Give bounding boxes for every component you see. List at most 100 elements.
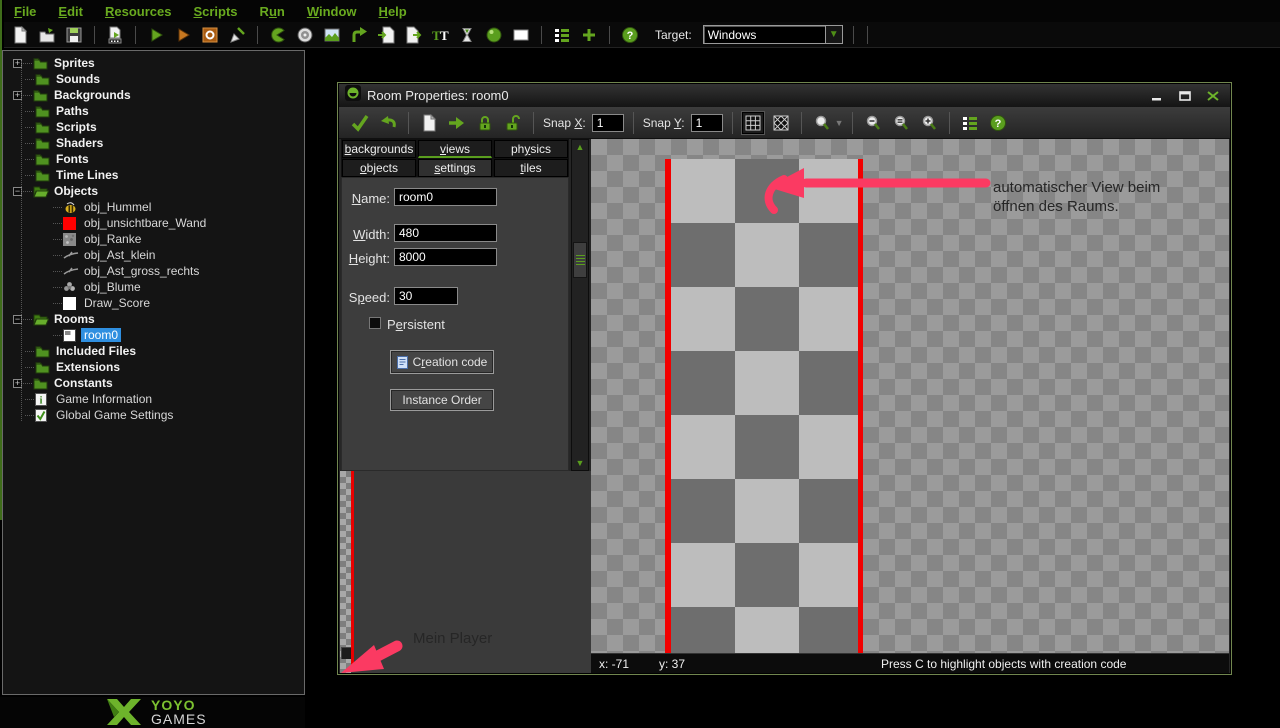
scroll-down-icon[interactable]: ▼ bbox=[572, 456, 588, 470]
tree-item-backgrounds[interactable]: +Backgrounds bbox=[3, 87, 304, 103]
maximize-button[interactable] bbox=[1174, 89, 1196, 103]
tree-item-shaders[interactable]: Shaders bbox=[3, 135, 304, 151]
show-list-icon[interactable] bbox=[959, 112, 981, 134]
tree-item-time-lines[interactable]: Time Lines bbox=[3, 167, 304, 183]
scrollbar-thumb[interactable] bbox=[573, 242, 587, 278]
debug-stop-icon[interactable] bbox=[200, 25, 220, 45]
scroll-up-icon[interactable]: ▲ bbox=[572, 140, 588, 154]
clean-cache-icon[interactable] bbox=[227, 25, 247, 45]
close-button[interactable] bbox=[1202, 89, 1224, 103]
tree-item-obj-ast-gross-rechts[interactable]: obj_Ast_gross_rechts bbox=[3, 263, 304, 279]
ok-check-icon[interactable] bbox=[349, 112, 371, 134]
tree-item-draw-score[interactable]: Draw_Score bbox=[3, 295, 304, 311]
create-room-icon[interactable] bbox=[511, 25, 531, 45]
new-project-icon[interactable] bbox=[10, 25, 30, 45]
target-dropdown[interactable]: Windows ▼ bbox=[703, 25, 843, 44]
tree-item-constants[interactable]: +Constants bbox=[3, 375, 304, 391]
help-icon[interactable]: ? bbox=[987, 112, 1009, 134]
room-canvas[interactable] bbox=[591, 139, 1229, 653]
create-sprite-icon[interactable] bbox=[268, 25, 288, 45]
tree-item-obj-hummel[interactable]: obj_Hummel bbox=[3, 199, 304, 215]
tree-item-fonts[interactable]: Fonts bbox=[3, 151, 304, 167]
tab-views[interactable]: views bbox=[418, 140, 492, 158]
tab-tiles[interactable]: tiles bbox=[494, 159, 568, 177]
lock-icon[interactable] bbox=[474, 112, 496, 134]
height-input[interactable]: 8000 bbox=[394, 248, 497, 266]
persistent-checkbox[interactable] bbox=[369, 317, 381, 329]
dialog-title: Room Properties: room0 bbox=[367, 88, 1146, 103]
zoom-dropdown-caret-icon[interactable]: ▼ bbox=[835, 118, 844, 128]
run-debug-icon[interactable] bbox=[173, 25, 193, 45]
open-project-icon[interactable] bbox=[37, 25, 57, 45]
speed-input[interactable]: 30 bbox=[394, 287, 458, 305]
grid-isometric-icon[interactable] bbox=[770, 112, 792, 134]
toolbar-separator bbox=[732, 112, 733, 134]
tab-backgrounds[interactable]: backgrounds bbox=[342, 140, 416, 158]
name-input[interactable]: room0 bbox=[394, 188, 497, 206]
yoyo-games-logo-icon bbox=[103, 697, 149, 728]
tree-connector bbox=[23, 383, 32, 384]
menu-item-help[interactable]: Help bbox=[379, 4, 407, 19]
create-sound-icon[interactable] bbox=[295, 25, 315, 45]
tree-item-paths[interactable]: Paths bbox=[3, 103, 304, 119]
player-annotation: Mein Player bbox=[413, 629, 492, 648]
add-icon[interactable] bbox=[579, 25, 599, 45]
tree-item-obj-ranke[interactable]: obj_Ranke bbox=[3, 231, 304, 247]
create-path-icon[interactable] bbox=[349, 25, 369, 45]
tab-objects[interactable]: objects bbox=[342, 159, 416, 177]
snap-y-input[interactable]: 1 bbox=[691, 114, 723, 132]
dialog-title-bar[interactable]: Room Properties: room0 bbox=[339, 84, 1230, 107]
run-icon[interactable] bbox=[146, 25, 166, 45]
zoom-normal-icon[interactable] bbox=[890, 112, 912, 134]
tab-settings[interactable]: settings bbox=[418, 159, 492, 177]
tab-physics[interactable]: physics bbox=[494, 140, 568, 158]
tree-item-objects[interactable]: −Objects bbox=[3, 183, 304, 199]
minimize-button[interactable] bbox=[1146, 89, 1168, 103]
tree-item-extensions[interactable]: Extensions bbox=[3, 359, 304, 375]
snap-x-input[interactable]: 1 bbox=[592, 114, 624, 132]
tree-item-game-information[interactable]: iGame Information bbox=[3, 391, 304, 407]
tree-item-included-files[interactable]: Included Files bbox=[3, 343, 304, 359]
undo-icon[interactable] bbox=[377, 112, 399, 134]
tree-item-room0[interactable]: room0 bbox=[3, 327, 304, 343]
menu-item-edit[interactable]: Edit bbox=[58, 4, 83, 19]
code-page-icon bbox=[397, 356, 408, 369]
width-input[interactable]: 480 bbox=[394, 224, 497, 242]
tree-item-sprites[interactable]: +Sprites bbox=[3, 55, 304, 71]
create-shader-icon[interactable] bbox=[403, 25, 423, 45]
instance-list-icon[interactable] bbox=[552, 25, 572, 45]
save-project-icon[interactable] bbox=[64, 25, 84, 45]
create-script-icon[interactable] bbox=[376, 25, 396, 45]
tree-item-scripts[interactable]: Scripts bbox=[3, 119, 304, 135]
dropdown-arrow-icon[interactable]: ▼ bbox=[825, 26, 842, 43]
menu-item-window[interactable]: Window bbox=[307, 4, 357, 19]
menu-item-resources[interactable]: Resources bbox=[105, 4, 171, 19]
player-instance[interactable] bbox=[341, 647, 351, 659]
tree-item-obj-unsichtbare-wand[interactable]: obj_unsichtbare_Wand bbox=[3, 215, 304, 231]
zoom-in-icon[interactable] bbox=[918, 112, 940, 134]
instance-order-button[interactable]: Instance Order bbox=[390, 389, 494, 411]
create-background-icon[interactable] bbox=[322, 25, 342, 45]
help-icon[interactable]: ? bbox=[620, 25, 640, 45]
grid-toggle-icon[interactable] bbox=[742, 112, 764, 134]
create-executable-icon[interactable] bbox=[105, 25, 125, 45]
tree-connector bbox=[25, 351, 34, 352]
menu-item-run[interactable]: Run bbox=[260, 4, 285, 19]
create-object-icon[interactable] bbox=[484, 25, 504, 45]
tree-item-obj-ast-klein[interactable]: obj_Ast_klein bbox=[3, 247, 304, 263]
menu-item-file[interactable]: File bbox=[14, 4, 36, 19]
unlock-icon[interactable] bbox=[502, 112, 524, 134]
tree-item-global-game-settings[interactable]: Global Game Settings bbox=[3, 407, 304, 423]
clear-room-icon[interactable] bbox=[418, 112, 440, 134]
create-font-icon[interactable]: TT bbox=[430, 25, 450, 45]
tree-item-obj-blume[interactable]: obj_Blume bbox=[3, 279, 304, 295]
tree-item-rooms[interactable]: −Rooms bbox=[3, 311, 304, 327]
menu-item-scripts[interactable]: Scripts bbox=[193, 4, 237, 19]
shift-instances-icon[interactable] bbox=[446, 112, 468, 134]
settings-scrollbar[interactable]: ▲ ▼ bbox=[571, 139, 589, 471]
creation-code-button[interactable]: Creation code bbox=[390, 350, 494, 374]
create-timeline-icon[interactable] bbox=[457, 25, 477, 45]
zoom-out-icon[interactable] bbox=[862, 112, 884, 134]
zoom-dropdown-icon[interactable] bbox=[811, 112, 833, 134]
tree-item-sounds[interactable]: Sounds bbox=[3, 71, 304, 87]
